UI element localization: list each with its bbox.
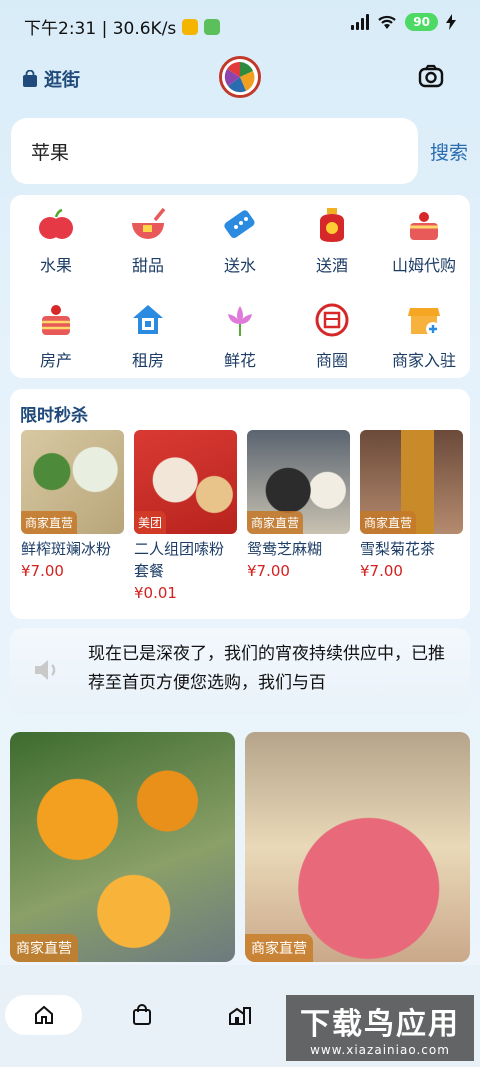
shopping-bag-icon xyxy=(133,1004,151,1025)
merchant-tag: 商家直营 xyxy=(245,934,313,962)
category-grid: 水果 甜品 送水 送酒 山姆代购 房产 租房 鲜花 商圈 商家入驻 xyxy=(10,195,470,378)
app-logo xyxy=(219,56,261,98)
product-price: ¥7.00 xyxy=(21,562,64,580)
shop-circle-icon xyxy=(312,300,352,340)
category-water[interactable]: 送水 xyxy=(194,205,286,276)
search-box[interactable] xyxy=(11,118,418,184)
product-name: 二人组团嗦粉套餐 xyxy=(134,540,225,580)
product-card[interactable]: 商家直营 鲜榨斑斓冰粉 ¥7.00 xyxy=(21,430,124,580)
signal-icon xyxy=(351,14,370,30)
product-card[interactable]: 美团 二人组团嗦粉套餐 ¥0.01 xyxy=(134,430,237,602)
category-flowers[interactable]: 鲜花 xyxy=(194,300,286,371)
shopping-bag-icon xyxy=(23,70,37,87)
category-merchant-join[interactable]: 商家入驻 xyxy=(378,300,470,371)
merchant-tag: 商家直营 xyxy=(360,511,417,534)
product-name: 鲜榨斑斓冰粉 xyxy=(21,540,112,558)
cake-icon xyxy=(404,205,444,245)
product-name: 鸳鸯芝麻糊 xyxy=(247,540,323,558)
brand-label: 逛街 xyxy=(44,70,80,91)
product-image: 商家直营 xyxy=(360,430,463,534)
merchant-tag: 商家直营 xyxy=(247,511,304,534)
category-wine[interactable]: 送酒 xyxy=(286,205,378,276)
status-time: 下午2:31 | 30.6K/s xyxy=(24,19,177,39)
category-fruit[interactable]: 水果 xyxy=(10,205,102,276)
camera-button[interactable] xyxy=(418,64,444,92)
announcement-bar[interactable]: 现在已是深夜了，我们的宵夜持续供应中，已推荐至首页方便您选购，我们与百 xyxy=(10,628,470,714)
product-price: ¥7.00 xyxy=(360,562,403,580)
product-name: 雪梨菊花茶 xyxy=(360,540,436,558)
section-title: 限时秒杀 xyxy=(20,406,88,426)
brand-button[interactable]: 逛街 xyxy=(22,66,80,92)
status-bar: 下午2:31 | 30.6K/s 90 xyxy=(0,0,480,50)
nav-home[interactable] xyxy=(5,995,82,1035)
nav-district[interactable] xyxy=(220,995,260,1035)
wine-jar-icon xyxy=(312,205,352,245)
speaker-icon xyxy=(32,656,62,688)
camera-icon xyxy=(418,64,444,88)
category-dessert[interactable]: 甜品 xyxy=(102,205,194,276)
nav-shop[interactable] xyxy=(122,995,162,1035)
app-notification-icon xyxy=(204,18,221,35)
watermark: 下载鸟应用 www.xiazainiao.com xyxy=(286,995,474,1061)
apple-icon xyxy=(36,205,76,245)
feed-card[interactable]: 商家直营 xyxy=(245,732,470,962)
merchant-tag: 商家直营 xyxy=(21,511,78,534)
dessert-bowl-icon xyxy=(128,205,168,245)
status-left: 下午2:31 | 30.6K/s xyxy=(24,14,221,39)
product-image: 商家直营 xyxy=(247,430,350,534)
category-sam-purchase[interactable]: 山姆代购 xyxy=(378,205,470,276)
home-icon xyxy=(34,1005,53,1024)
category-rent[interactable]: 租房 xyxy=(102,300,194,371)
product-image: 商家直营 xyxy=(21,430,124,534)
merchant-tag: 商家直营 xyxy=(10,934,78,962)
bottom-navigation: 下载鸟应用 www.xiazainiao.com xyxy=(0,965,480,1067)
house-cake-icon xyxy=(36,300,76,340)
rent-house-icon xyxy=(128,300,168,340)
product-price: ¥0.01 xyxy=(134,584,177,602)
lily-flower-icon xyxy=(220,300,260,340)
product-price: ¥7.00 xyxy=(247,562,290,580)
app-header: 逛街 xyxy=(0,56,480,100)
platform-tag: 美团 xyxy=(134,511,167,534)
status-right: 90 xyxy=(351,13,456,31)
flash-sale-section: 限时秒杀 商家直营 鲜榨斑斓冰粉 ¥7.00 美团 二人组团嗦粉套餐 ¥0.01… xyxy=(10,389,470,619)
store-join-icon xyxy=(404,300,444,340)
watermark-title: 下载鸟应用 xyxy=(300,1007,460,1042)
category-real-estate[interactable]: 房产 xyxy=(10,300,102,371)
search-button[interactable]: 搜索 xyxy=(430,138,468,165)
battery-level: 90 xyxy=(405,13,438,31)
watermark-url: www.xiazainiao.com xyxy=(310,1043,450,1057)
buildings-icon xyxy=(229,1007,251,1025)
announcement-text: 现在已是深夜了，我们的宵夜持续供应中，已推荐至首页方便您选购，我们与百 xyxy=(88,644,445,693)
wifi-icon xyxy=(378,15,397,29)
category-business-district[interactable]: 商圈 xyxy=(286,300,378,371)
charging-icon xyxy=(446,14,456,30)
product-card[interactable]: 商家直营 雪梨菊花茶 ¥7.00 xyxy=(360,430,463,580)
notification-icon xyxy=(182,18,199,35)
product-card[interactable]: 商家直营 鸳鸯芝麻糊 ¥7.00 xyxy=(247,430,350,580)
search-input[interactable] xyxy=(11,118,418,184)
feed-card[interactable]: 商家直营 xyxy=(10,732,235,962)
water-ticket-icon xyxy=(220,205,260,245)
product-image: 美团 xyxy=(134,430,237,534)
